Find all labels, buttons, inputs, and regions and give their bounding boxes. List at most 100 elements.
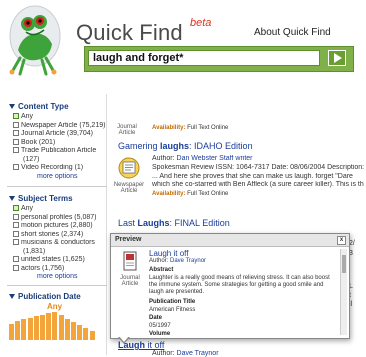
close-icon[interactable]: x bbox=[337, 236, 346, 245]
facet-item[interactable]: Trade Publication Article bbox=[13, 147, 107, 156]
checkbox[interactable] bbox=[13, 264, 19, 271]
date-histogram-bar[interactable] bbox=[83, 328, 89, 340]
checkbox[interactable] bbox=[13, 213, 19, 220]
author-label: Author: bbox=[152, 155, 177, 162]
facet-item[interactable]: united states (1,625) bbox=[13, 256, 107, 265]
preview-header: Preview x bbox=[111, 234, 349, 247]
newspaper-icon bbox=[118, 157, 140, 179]
app-logo[interactable]: Quick Find bbox=[76, 20, 183, 46]
frog-logo-icon bbox=[9, 5, 61, 76]
date-histogram-bar[interactable] bbox=[64, 319, 70, 340]
title-part: : IDAHO Edition bbox=[189, 141, 253, 151]
facet-label: motion pictures (2,880) bbox=[21, 222, 93, 229]
availability-value: Full Text Online bbox=[187, 125, 229, 131]
facet-item[interactable]: motion pictures (2,880) bbox=[13, 222, 107, 231]
facet-label: actors (1,756) bbox=[21, 264, 65, 272]
checkbox[interactable] bbox=[13, 256, 19, 262]
author-link[interactable]: Dave Traynor bbox=[177, 350, 219, 357]
title-part: Last bbox=[118, 218, 138, 228]
result-type-label: Newspaper Article bbox=[113, 182, 145, 194]
availability-label: Availability: bbox=[152, 191, 186, 197]
checkbox[interactable] bbox=[13, 130, 19, 136]
publication-date-title-label: Publication Date bbox=[18, 292, 81, 301]
result-title-link[interactable]: Gamering laughs: IDAHO Edition bbox=[118, 141, 253, 151]
scroll-thumb[interactable] bbox=[342, 255, 346, 273]
checkbox[interactable] bbox=[13, 164, 19, 170]
checkbox[interactable] bbox=[13, 205, 19, 211]
date-value: 05/1997 bbox=[149, 323, 171, 329]
facet-item[interactable]: Video Recording (1) bbox=[13, 164, 107, 173]
more-options-link[interactable]: more options bbox=[37, 173, 77, 180]
publication-date-title[interactable]: Publication Date bbox=[9, 292, 81, 301]
date-histogram[interactable] bbox=[9, 310, 97, 340]
date-histogram-bar[interactable] bbox=[33, 316, 39, 340]
preview-scrollbar[interactable] bbox=[340, 249, 347, 335]
facet-item[interactable]: Journal Article (39,704) bbox=[13, 130, 107, 139]
facet-label: musicians & conductors bbox=[21, 239, 95, 246]
search-input[interactable] bbox=[88, 50, 320, 66]
preview-header-label: Preview bbox=[115, 236, 142, 243]
preview-title-link[interactable]: Laugh it off bbox=[149, 249, 188, 258]
search-go-button[interactable] bbox=[328, 50, 346, 66]
checkbox[interactable] bbox=[13, 239, 19, 245]
date-histogram-bar[interactable] bbox=[71, 322, 76, 340]
date-histogram-bar[interactable] bbox=[58, 314, 64, 340]
date-histogram-bar[interactable] bbox=[21, 319, 27, 340]
facet-label: Journal Article (39,704) bbox=[21, 130, 93, 137]
more-options-link[interactable]: more options bbox=[37, 273, 77, 280]
about-link[interactable]: About Quick Find bbox=[254, 27, 331, 38]
facet-item[interactable]: personal profiles (5,087) bbox=[13, 213, 107, 223]
facet-item[interactable]: actors (1,756) bbox=[13, 264, 107, 274]
abstract-label: Abstract bbox=[149, 267, 174, 273]
date-histogram-bar[interactable] bbox=[52, 311, 58, 340]
title-part: Gamering bbox=[118, 141, 161, 151]
facet-item-count: (1,831) bbox=[23, 247, 46, 255]
checkbox[interactable] bbox=[13, 113, 19, 119]
author-link[interactable]: Dan Webster Staff writer bbox=[177, 155, 253, 162]
preview-popup[interactable]: Preview x Journal Article Laugh it off A… bbox=[110, 233, 350, 339]
checkbox[interactable] bbox=[13, 147, 19, 153]
author-label: Author: bbox=[149, 258, 171, 264]
title-part: it off bbox=[145, 340, 165, 350]
date-histogram-bar[interactable] bbox=[46, 313, 52, 340]
availability: Availability: Full Text Online bbox=[152, 125, 228, 131]
date-histogram-bar[interactable] bbox=[27, 317, 33, 340]
date-histogram-bar[interactable] bbox=[89, 331, 95, 340]
checkbox[interactable] bbox=[13, 121, 19, 128]
checkbox[interactable] bbox=[13, 222, 19, 228]
facet-sidebar: Content Type Any Newspaper Article (75,2… bbox=[3, 94, 107, 355]
checkbox[interactable] bbox=[13, 138, 19, 145]
collapse-triangle-icon bbox=[9, 294, 15, 300]
date-histogram-bar[interactable] bbox=[9, 323, 14, 340]
facet-item[interactable]: Any bbox=[13, 113, 107, 122]
availability-value: Full Text Online bbox=[187, 191, 229, 197]
date-histogram-bar[interactable] bbox=[77, 325, 83, 340]
result-meta: Spokesman Review ISSN: 1064-7317 Date: 0… bbox=[152, 164, 365, 171]
facet-label: short stories (2,374) bbox=[21, 230, 84, 238]
content-type-title[interactable]: Content Type bbox=[9, 102, 69, 111]
popup-pointer-fill bbox=[119, 336, 129, 342]
date-label: Date bbox=[149, 315, 163, 321]
subject-terms-title[interactable]: Subject Terms bbox=[9, 194, 73, 203]
result-snippet: ... And here she proves that she can mak… bbox=[152, 173, 353, 180]
author-label: Author: bbox=[152, 350, 177, 357]
facet-item[interactable]: Any bbox=[13, 205, 107, 214]
author-link[interactable]: Dave Traynor bbox=[170, 258, 206, 264]
facet-item[interactable]: musicians & conductors bbox=[13, 239, 107, 248]
facet-label: Any bbox=[21, 113, 34, 120]
result-type: Journal Article bbox=[117, 124, 137, 136]
facet-item[interactable]: short stories (2,374) bbox=[13, 230, 107, 240]
facet-item[interactable]: Newspaper Article (75,219) bbox=[13, 121, 107, 131]
availability-label: Availability: bbox=[152, 125, 186, 131]
logo-quick: Quick bbox=[76, 20, 134, 45]
date-histogram-bar[interactable] bbox=[15, 320, 21, 340]
facet-label: Any bbox=[21, 205, 34, 212]
logo-find: Find bbox=[139, 20, 183, 45]
checkbox[interactable] bbox=[13, 230, 19, 237]
date-histogram-bar[interactable] bbox=[40, 314, 45, 340]
facet-item[interactable]: Book (201) bbox=[13, 138, 107, 148]
availability: Availability: Full Text Online bbox=[152, 191, 228, 197]
result-title-link[interactable]: Last Laughs: FINAL Edition bbox=[118, 218, 230, 228]
title-highlight: laughs bbox=[160, 141, 190, 151]
divider bbox=[7, 285, 107, 286]
